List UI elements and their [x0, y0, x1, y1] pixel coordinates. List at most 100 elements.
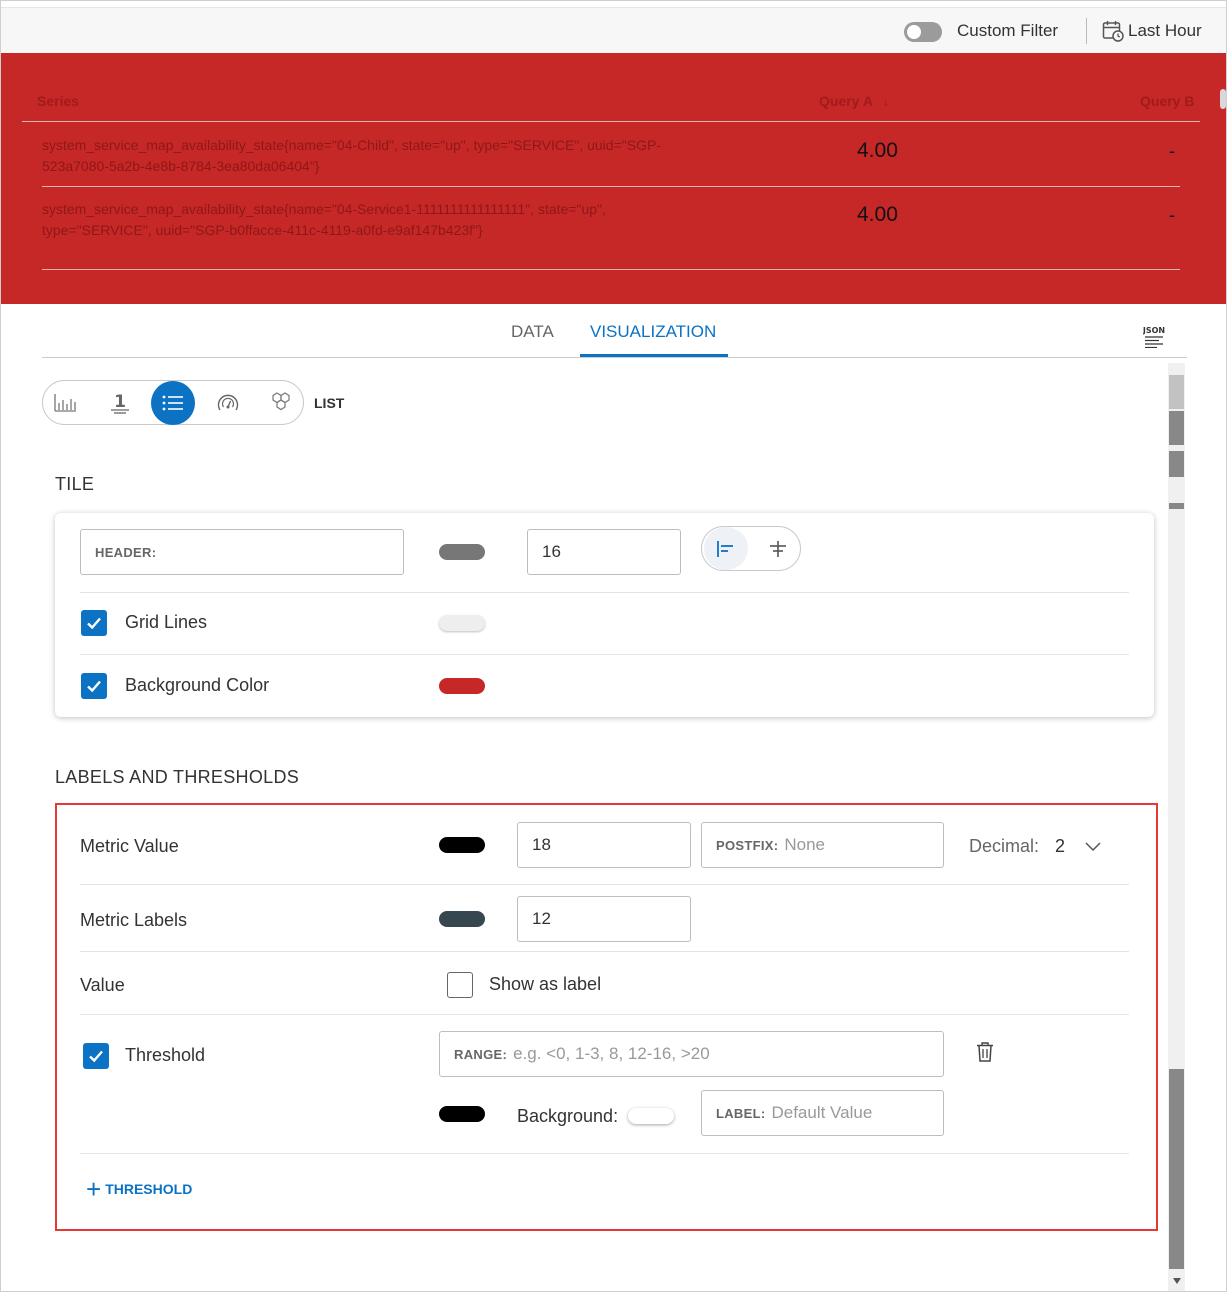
- gauge-button[interactable]: [206, 381, 250, 425]
- grid-lines-label: Grid Lines: [125, 612, 208, 632]
- labels-section-title: LABELS AND THRESHOLDS: [55, 767, 300, 787]
- json-icon[interactable]: JSON: [1143, 324, 1165, 348]
- column-header-series[interactable]: Series: [37, 93, 79, 109]
- visualization-type-picker: 1: [42, 380, 304, 425]
- show-as-label-text: Show as label: [489, 974, 602, 994]
- background-color-swatch[interactable]: [439, 678, 485, 694]
- align-center-button[interactable]: [756, 527, 800, 570]
- threshold-range-input[interactable]: RANGE: e.g. <0, 1-3, 8, 12-16, >20: [439, 1031, 944, 1077]
- row-divider: [42, 186, 1180, 187]
- gauge-icon: [217, 394, 239, 411]
- selected-visualization-label: LIST: [314, 395, 345, 411]
- metric-value-color-swatch[interactable]: [439, 837, 485, 853]
- background-color-label: Background Color: [125, 675, 270, 695]
- threshold-checkbox[interactable]: [83, 1043, 109, 1069]
- bar-chart-icon: [54, 394, 76, 412]
- tile-preview: Series Query A ↓ Query B system_service_…: [1, 53, 1226, 304]
- align-left-icon: [717, 540, 733, 557]
- series-cell: system_service_map_availability_state{na…: [42, 201, 606, 238]
- plus-icon: +: [86, 1174, 102, 1204]
- metric-labels-size-input[interactable]: 12: [517, 896, 691, 942]
- row-divider: [80, 884, 1129, 885]
- honeycomb-button[interactable]: [259, 381, 303, 425]
- align-left-button[interactable]: [704, 527, 748, 570]
- series-cell: system_service_map_availability_state{na…: [42, 137, 661, 174]
- decimal-select[interactable]: 2: [1053, 834, 1113, 860]
- value-label: Value: [80, 975, 125, 995]
- postfix-label: POSTFIX:: [716, 837, 779, 853]
- single-value-button[interactable]: 1: [98, 381, 142, 425]
- header-color-swatch[interactable]: [439, 544, 485, 560]
- scrollbar-segment: [1169, 411, 1184, 445]
- list-icon: [162, 395, 183, 411]
- header-font-size-input[interactable]: 16: [527, 529, 681, 575]
- show-as-label-checkbox[interactable]: [447, 972, 473, 998]
- header-alignment-group: [701, 526, 801, 571]
- toggle-knob: [907, 25, 921, 39]
- metric-value-size: 18: [532, 835, 551, 854]
- metric-labels-color-swatch[interactable]: [439, 911, 485, 927]
- metric-labels-size: 12: [532, 909, 551, 928]
- query-b-cell: -: [1169, 141, 1175, 161]
- metric-labels-label: Metric Labels: [80, 910, 188, 930]
- tile-settings-card: HEADER: 16 Grid Lines Background Color: [55, 513, 1154, 717]
- threshold-background-label: Background:: [517, 1106, 619, 1126]
- header-input[interactable]: HEADER:: [80, 529, 404, 575]
- row-divider: [80, 654, 1129, 655]
- metric-value-label: Metric Value: [80, 836, 179, 856]
- threshold-color-swatch[interactable]: [439, 1106, 485, 1122]
- range-placeholder: e.g. <0, 1-3, 8, 12-16, >20: [513, 1044, 710, 1063]
- list-button[interactable]: [151, 381, 195, 425]
- threshold-label-input[interactable]: LABEL: Default Value: [701, 1090, 944, 1136]
- svg-text:1: 1: [114, 392, 126, 412]
- threshold-label: Threshold: [125, 1045, 206, 1065]
- add-threshold-label: THRESHOLD: [105, 1181, 193, 1197]
- row-divider: [42, 269, 1180, 270]
- query-b-cell: -: [1169, 205, 1175, 225]
- threshold-background-swatch[interactable]: [628, 1108, 674, 1124]
- bar-chart-button[interactable]: [43, 381, 87, 425]
- label-placeholder: Default Value: [771, 1103, 873, 1122]
- row-divider: [80, 951, 1129, 952]
- header-divider: [22, 121, 1200, 122]
- chevron-down-icon: [1085, 842, 1101, 852]
- tile-section-title: TILE: [55, 474, 95, 494]
- grid-lines-color-swatch[interactable]: [439, 615, 485, 631]
- preview-scrollbar-thumb[interactable]: [1220, 89, 1226, 109]
- scrollbar-segment: [1169, 375, 1184, 409]
- background-color-checkbox[interactable]: [81, 673, 107, 699]
- scroll-down-arrow-icon[interactable]: [1172, 1277, 1182, 1285]
- labels-thresholds-card: Metric Value 18 POSTFIX: None Decimal: 2…: [55, 803, 1158, 1231]
- label-label: LABEL:: [716, 1105, 766, 1121]
- postfix-placeholder: None: [784, 835, 825, 854]
- tab-data[interactable]: DATA: [511, 322, 554, 342]
- svg-text:JSON: JSON: [1143, 326, 1165, 335]
- decimal-label: Decimal:: [969, 836, 1040, 856]
- custom-filter-label: Custom Filter: [957, 21, 1059, 40]
- settings-scrollbar[interactable]: [1168, 363, 1185, 1291]
- honeycomb-icon: [272, 392, 290, 411]
- single-value-icon: 1: [111, 392, 129, 414]
- tab-visualization[interactable]: VISUALIZATION: [590, 322, 716, 342]
- time-range-button[interactable]: Last Hour: [1128, 21, 1202, 41]
- column-header-query-a[interactable]: Query A ↓: [819, 93, 889, 109]
- scrollbar-thumb[interactable]: [1169, 1069, 1184, 1269]
- checkmark-icon: [89, 1050, 103, 1063]
- range-label: RANGE:: [454, 1046, 508, 1062]
- query-a-cell: 4.00: [857, 139, 898, 162]
- grid-lines-checkbox[interactable]: [81, 610, 107, 636]
- postfix-input[interactable]: POSTFIX: None: [701, 822, 944, 868]
- trash-icon[interactable]: [975, 1041, 995, 1063]
- metric-value-size-input[interactable]: 18: [517, 822, 691, 868]
- checkmark-icon: [87, 617, 101, 630]
- align-center-icon: [770, 540, 786, 557]
- header-input-label: HEADER:: [95, 544, 157, 560]
- custom-filter-toggle[interactable]: [904, 22, 942, 42]
- column-header-query-b[interactable]: Query B: [1140, 93, 1194, 109]
- row-divider: [80, 1014, 1129, 1015]
- scrollbar-segment: [1169, 451, 1184, 477]
- row-divider: [80, 592, 1129, 593]
- add-threshold-button[interactable]: + THRESHOLD: [86, 1174, 193, 1204]
- calendar-clock-icon[interactable]: [1102, 20, 1124, 42]
- top-toolbar: Custom Filter Last Hour: [1, 7, 1226, 53]
